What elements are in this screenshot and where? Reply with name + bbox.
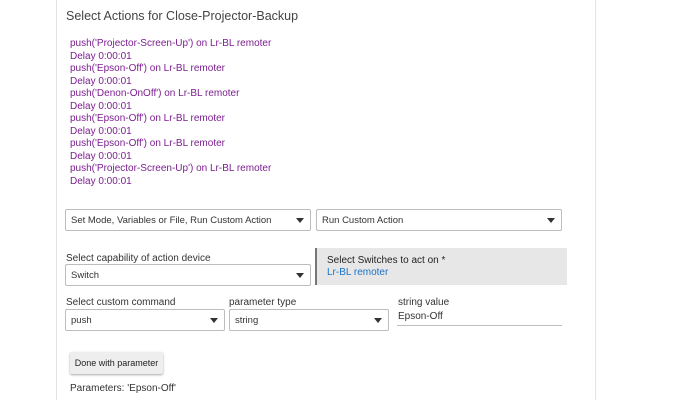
page-title: Select Actions for Close-Projector-Backu… xyxy=(66,9,299,23)
action-item[interactable]: Delay 0:00:01 xyxy=(70,51,271,64)
chevron-down-icon xyxy=(210,318,218,323)
chevron-down-icon xyxy=(296,218,304,223)
action-list: push('Projector-Screen-Up') on Lr-BL rem… xyxy=(70,38,271,188)
string-value-text: Epson-Off xyxy=(398,311,443,322)
string-value-label: string value xyxy=(398,297,450,308)
action-category-value: Set Mode, Variables or File, Run Custom … xyxy=(71,215,272,226)
action-item[interactable]: Delay 0:00:01 xyxy=(70,126,271,139)
custom-command-value: push xyxy=(71,315,92,326)
string-value-input[interactable]: Epson-Off xyxy=(397,311,562,326)
action-item[interactable]: push('Epson-Off') on Lr-BL remoter xyxy=(70,113,271,126)
action-item[interactable]: push('Denon-OnOff') on Lr-BL remoter xyxy=(70,88,271,101)
capability-select[interactable]: Switch xyxy=(65,264,311,286)
custom-command-label: Select custom command xyxy=(66,297,176,308)
action-item[interactable]: push('Epson-Off') on Lr-BL remoter xyxy=(70,138,271,151)
action-item[interactable]: push('Projector-Screen-Up') on Lr-BL rem… xyxy=(70,38,271,51)
action-category-select[interactable]: Set Mode, Variables or File, Run Custom … xyxy=(65,209,311,231)
parameter-type-select[interactable]: string xyxy=(229,309,389,331)
switches-value: Lr-BL remoter xyxy=(327,267,389,278)
parameter-type-label: parameter type xyxy=(229,297,297,308)
action-item[interactable]: push('Epson-Off') on Lr-BL remoter xyxy=(70,63,271,76)
chevron-down-icon xyxy=(547,218,555,223)
custom-command-select[interactable]: push xyxy=(65,309,225,331)
action-item[interactable]: Delay 0:00:01 xyxy=(70,76,271,89)
action-item[interactable]: Delay 0:00:01 xyxy=(70,101,271,114)
capability-value: Switch xyxy=(71,270,99,281)
action-type-value: Run Custom Action xyxy=(322,215,404,226)
switches-label: Select Switches to act on * xyxy=(327,255,446,266)
parameters-text: Parameters: 'Epson-Off' xyxy=(70,383,176,394)
chevron-down-icon xyxy=(296,273,304,278)
parameter-type-value: string xyxy=(235,315,259,326)
action-item[interactable]: Delay 0:00:01 xyxy=(70,151,271,164)
chevron-down-icon xyxy=(374,318,382,323)
action-item[interactable]: Delay 0:00:01 xyxy=(70,176,271,189)
switches-select[interactable]: Select Switches to act on * Lr-BL remote… xyxy=(315,248,567,285)
action-item[interactable]: push('Projector-Screen-Up') on Lr-BL rem… xyxy=(70,163,271,176)
done-with-parameter-button[interactable]: Done with parameter xyxy=(70,352,163,374)
action-type-select[interactable]: Run Custom Action xyxy=(316,209,562,231)
capability-label: Select capability of action device xyxy=(66,253,211,264)
